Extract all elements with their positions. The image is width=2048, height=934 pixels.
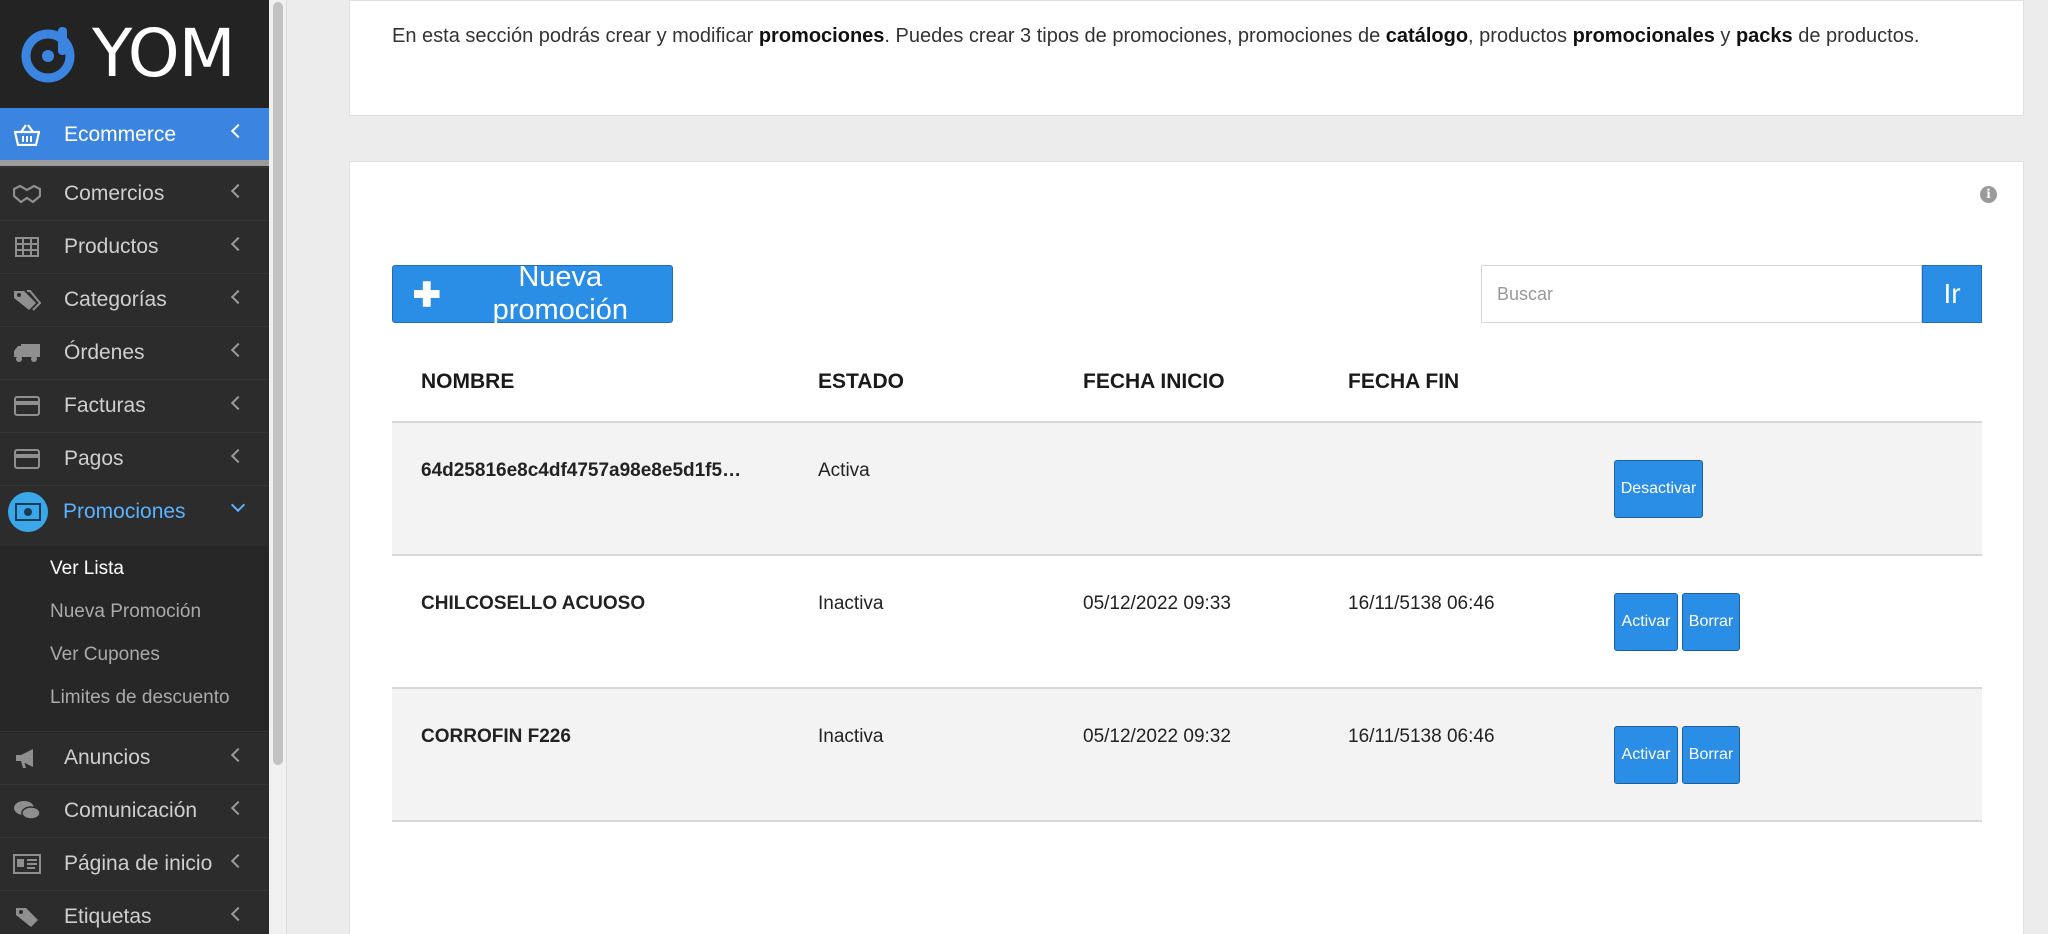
promotion-status: Inactiva	[818, 593, 884, 614]
sidebar-item-ordenes[interactable]: Órdenes	[0, 326, 269, 378]
sidebar-item-label: Productos	[64, 234, 159, 258]
chevron-left-icon	[230, 342, 246, 358]
chevron-left-icon	[230, 448, 246, 464]
sidebar-item-etiquetas[interactable]: Etiquetas	[0, 890, 269, 934]
sidebar-item-label: Promociones	[63, 499, 186, 523]
truck-icon	[13, 341, 41, 365]
sidebar-scrollbar[interactable]	[269, 0, 287, 934]
promotion-name: 64d25816e8c4df4757a98e8e5d1f579e…	[421, 460, 751, 481]
sidebar-item-productos[interactable]: Productos	[0, 220, 269, 272]
credit-card-icon	[13, 394, 41, 418]
submenu-item-limites-descuento[interactable]: Limites de descuento	[50, 687, 230, 709]
sidebar-item-ecommerce[interactable]: Ecommerce	[0, 108, 269, 161]
sidebar-item-pagos[interactable]: Pagos	[0, 432, 269, 484]
delete-button[interactable]: Borrar	[1682, 593, 1740, 651]
sidebar: YOM Ecommerce Comercios Productos Catego…	[0, 0, 269, 934]
promociones-submenu: Ver Lista Nueva Promoción Ver Cupones Li…	[0, 546, 269, 733]
table-row: CHILCOSELLO ACUOSO Inactiva 05/12/2022 0…	[392, 556, 1982, 689]
column-header-nombre: NOMBRE	[421, 370, 515, 393]
promotion-start-date: 05/12/2022 09:33	[1083, 593, 1231, 614]
new-promotion-button[interactable]: Nueva promoción	[392, 261, 673, 326]
chevron-left-icon	[230, 236, 246, 252]
tags-icon	[13, 288, 41, 312]
sidebar-item-label: Categorías	[64, 287, 167, 311]
search-input[interactable]	[1481, 265, 1922, 323]
sidebar-item-label: Anuncios	[64, 745, 151, 769]
sidebar-item-categorias[interactable]: Categorías	[0, 273, 269, 325]
activate-button[interactable]: Activar	[1614, 593, 1678, 651]
sidebar-item-promociones[interactable]: Promociones	[0, 485, 269, 537]
sidebar-item-label: Comercios	[64, 181, 165, 205]
active-menu-indicator	[0, 160, 269, 166]
table-row: 64d25816e8c4df4757a98e8e5d1f579e… Activa…	[392, 423, 1982, 556]
promotions-card: i Nueva promoción Ir NOMBRE ESTADO FECHA…	[349, 161, 2024, 934]
promotion-end-date: 16/11/5138 06:46	[1348, 726, 1495, 747]
logo[interactable]: YOM	[0, 0, 269, 108]
promotion-start-date: 05/12/2022 09:32	[1083, 726, 1231, 747]
chevron-left-icon	[230, 906, 246, 922]
column-header-fecha-inicio: FECHA INICIO	[1083, 370, 1225, 393]
sidebar-item-label: Comunicación	[64, 798, 198, 822]
delete-button[interactable]: Borrar	[1682, 726, 1740, 784]
promotion-name: CORROFIN F226	[421, 726, 571, 747]
deactivate-button[interactable]: Desactivar	[1614, 460, 1703, 518]
chevron-left-icon	[230, 123, 246, 139]
submenu-item-nueva-promocion[interactable]: Nueva Promoción	[50, 601, 201, 623]
sidebar-item-pagina-inicio[interactable]: Página de inicio	[0, 837, 269, 889]
promotion-name: CHILCOSELLO ACUOSO	[421, 593, 646, 614]
new-promotion-label: Nueva promoción	[492, 261, 628, 326]
plus-icon	[413, 281, 440, 307]
column-header-estado: ESTADO	[818, 370, 904, 393]
submenu-item-ver-cupones[interactable]: Ver Cupones	[50, 644, 160, 666]
sidebar-item-anuncios[interactable]: Anuncios	[0, 731, 269, 783]
promotion-status: Inactiva	[818, 726, 884, 747]
table-icon	[13, 235, 41, 259]
sidebar-item-label: Página de inicio	[64, 851, 213, 875]
intro-description: En esta sección podrás crear y modificar…	[392, 25, 1920, 47]
sidebar-item-label: Etiquetas	[64, 904, 152, 928]
chat-icon	[13, 799, 41, 823]
column-header-fecha-fin: FECHA FIN	[1348, 370, 1460, 393]
chevron-left-icon	[230, 800, 246, 816]
sidebar-item-comunicacion[interactable]: Comunicación	[0, 784, 269, 836]
search-go-button[interactable]: Ir	[1922, 265, 1982, 323]
credit-card-icon	[13, 447, 41, 471]
chevron-left-icon	[230, 853, 246, 869]
sidebar-item-label: Facturas	[64, 393, 146, 417]
handshake-icon	[13, 182, 41, 206]
basket-icon	[13, 123, 41, 147]
chevron-left-icon	[230, 183, 246, 199]
sidebar-item-comercios[interactable]: Comercios	[0, 167, 269, 219]
sidebar-item-label: Órdenes	[64, 340, 145, 364]
promotion-status: Activa	[818, 460, 870, 481]
table-row: CORROFIN F226 Inactiva 05/12/2022 09:32 …	[392, 689, 1982, 822]
promotion-end-date: 16/11/5138 06:46	[1348, 593, 1495, 614]
submenu-item-ver-lista[interactable]: Ver Lista	[50, 558, 124, 580]
scrollbar-thumb[interactable]	[273, 2, 283, 765]
megaphone-icon	[13, 746, 41, 770]
logo-text: YOM	[92, 15, 236, 92]
chevron-down-icon	[230, 497, 246, 513]
info-icon[interactable]: i	[1980, 186, 1997, 203]
activate-button[interactable]: Activar	[1614, 726, 1678, 784]
intro-card: En esta sección podrás crear y modificar…	[349, 0, 2024, 116]
id-card-icon	[13, 852, 41, 876]
chevron-left-icon	[230, 747, 246, 763]
chevron-left-icon	[230, 395, 246, 411]
sidebar-item-facturas[interactable]: Facturas	[0, 379, 269, 431]
tag-icon	[13, 905, 41, 929]
sidebar-item-label: Ecommerce	[64, 122, 177, 146]
money-icon	[8, 491, 48, 532]
yom-logo-icon	[21, 27, 75, 83]
sidebar-item-label: Pagos	[64, 446, 124, 470]
chevron-left-icon	[230, 289, 246, 305]
